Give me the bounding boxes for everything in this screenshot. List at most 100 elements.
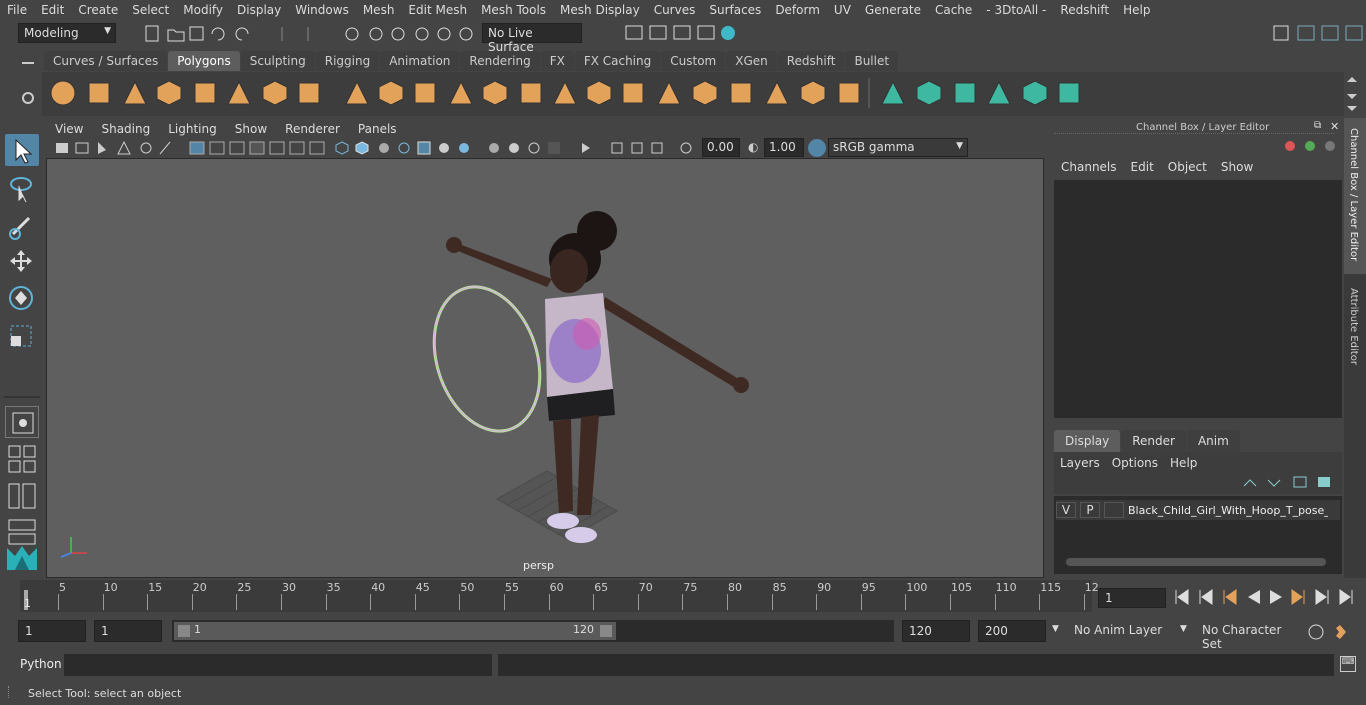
shelf-tab-fx-caching[interactable]: FX Caching <box>574 51 661 71</box>
color-management-icon[interactable] <box>808 139 826 157</box>
script-editor-icon[interactable]: ⌨ <box>1340 656 1356 672</box>
viewport-menu-show[interactable]: Show <box>226 122 276 136</box>
timeline-track[interactable]: 1 5 10 15 20 25 30 35 40 45 50 55 60 65 70 75 80 85 90 95 1… <box>20 580 1099 612</box>
layer-menu-layers[interactable]: Layers <box>1054 456 1106 470</box>
script-language-button[interactable]: Python <box>20 657 62 671</box>
target-weld-icon[interactable] <box>878 78 908 108</box>
playback-end-field[interactable]: 120 <box>902 620 970 642</box>
layout-outliner-button[interactable] <box>5 480 39 512</box>
crease-icon[interactable] <box>1054 78 1084 108</box>
mesh-booleans-icon[interactable] <box>446 78 476 108</box>
menu-redshift[interactable]: Redshift <box>1053 3 1116 17</box>
sphere-icon[interactable] <box>48 78 78 108</box>
shelf-tab-rendering[interactable]: Rendering <box>460 51 540 71</box>
offset-edge-loop-icon[interactable] <box>798 78 828 108</box>
menu-cache[interactable]: Cache <box>928 3 979 17</box>
shelf-tab-animation[interactable]: Animation <box>380 51 460 71</box>
playback-start-field[interactable]: 1 <box>94 620 162 642</box>
shelf-settings-icon[interactable] <box>22 92 34 104</box>
layout-four-button[interactable] <box>5 442 39 474</box>
automatic-uv-icon[interactable] <box>950 78 980 108</box>
channel-menu-object[interactable]: Object <box>1161 158 1214 178</box>
layer-tab-anim[interactable]: Anim <box>1186 430 1240 452</box>
shelf-scroll[interactable] <box>1344 74 1360 114</box>
extrude-icon[interactable] <box>654 78 684 108</box>
layer-row[interactable]: V P Black_Child_Girl_With_Hoop_T_pose_ <box>1056 500 1340 520</box>
chevron-down-icon[interactable]: ▼ <box>1052 624 1059 634</box>
close-icon[interactable]: ✕ <box>1330 120 1339 133</box>
shelf-tab-polygons[interactable]: Polygons <box>168 51 240 71</box>
planar-uv-icon[interactable] <box>914 78 944 108</box>
range-slider-handle[interactable]: 1 120 <box>174 622 616 640</box>
smooth-icon[interactable] <box>480 78 510 108</box>
tab-channel-box[interactable]: Channel Box / Layer Editor <box>1344 118 1366 274</box>
current-frame-field[interactable]: 1 <box>1098 588 1166 608</box>
extract-icon[interactable] <box>410 78 440 108</box>
end-time-field[interactable]: 200 <box>978 620 1046 642</box>
menu-deform[interactable]: Deform <box>768 3 827 17</box>
range-end-grip[interactable] <box>600 625 612 637</box>
shelf-tab-rigging[interactable]: Rigging <box>315 51 380 71</box>
range-start-grip[interactable] <box>178 625 190 637</box>
insert-edge-loop-icon[interactable] <box>762 78 792 108</box>
pipe-icon[interactable] <box>294 78 324 108</box>
shelf-tab-fx[interactable]: FX <box>540 51 574 71</box>
multi-cut-icon[interactable] <box>834 78 864 108</box>
menu-create[interactable]: Create <box>71 3 125 17</box>
channel-list[interactable] <box>1054 180 1342 418</box>
menu-file[interactable]: File <box>0 3 34 17</box>
exposure-field[interactable]: 0.00 <box>702 138 740 157</box>
shelf-tab-redshift[interactable]: Redshift <box>777 51 845 71</box>
layer-scrollbar[interactable] <box>1066 558 1326 566</box>
menu-3dtoall[interactable]: - 3DtoAll - <box>979 3 1053 17</box>
color-space-dropdown[interactable]: sRGB gamma ▼ <box>828 138 968 157</box>
menu-mesh-display[interactable]: Mesh Display <box>553 3 647 17</box>
gamma-field[interactable]: 1.00 <box>764 138 804 157</box>
menu-windows[interactable]: Windows <box>288 3 356 17</box>
layer-menu-help[interactable]: Help <box>1164 456 1203 470</box>
viewport-menu-renderer[interactable]: Renderer <box>276 122 349 136</box>
layer-tab-render[interactable]: Render <box>1121 430 1186 452</box>
menu-edit[interactable]: Edit <box>34 3 71 17</box>
paint-select-tool-button[interactable] <box>5 210 39 242</box>
perspective-viewport[interactable]: persp <box>46 158 1044 578</box>
select-tool-button[interactable] <box>5 134 39 166</box>
shelf-menu-icon[interactable] <box>22 62 34 64</box>
scale-tool-button[interactable] <box>5 320 39 352</box>
combine-icon[interactable] <box>342 78 372 108</box>
anim-prefs-buttons[interactable] <box>1306 621 1360 643</box>
time-slider[interactable]: 1 5 10 15 20 25 30 35 40 45 50 55 60 65 70 75 80 85 90 95 1… <box>0 580 1366 614</box>
tab-attribute-editor[interactable]: Attribute Editor <box>1344 280 1366 376</box>
menu-edit-mesh[interactable]: Edit Mesh <box>401 3 474 17</box>
mode-selector[interactable]: Modeling ▼ <box>18 23 116 43</box>
layer-buttons[interactable] <box>1240 474 1336 490</box>
append-icon[interactable] <box>726 78 756 108</box>
lasso-tool-button[interactable] <box>5 172 39 204</box>
layout-single-button[interactable] <box>5 406 39 438</box>
start-time-field[interactable]: 1 <box>18 620 86 642</box>
character-set-dropdown[interactable]: No Character Set <box>1196 620 1300 651</box>
viewport-menu-shading[interactable]: Shading <box>92 122 159 136</box>
layer-visibility-toggle[interactable]: V <box>1056 502 1076 518</box>
viewport-toolbar-icons[interactable] <box>54 140 694 156</box>
command-input[interactable] <box>64 654 492 676</box>
bridge-icon[interactable] <box>618 78 648 108</box>
menu-curves[interactable]: Curves <box>647 3 703 17</box>
shelf-tab-sculpting[interactable]: Sculpting <box>240 51 315 71</box>
menu-uv[interactable]: UV <box>827 3 858 17</box>
playback-controls[interactable] <box>1172 586 1362 608</box>
prism-icon[interactable] <box>260 78 290 108</box>
layer-color-swatch[interactable] <box>1104 502 1124 518</box>
shelf-tab-curves-surfaces[interactable]: Curves / Surfaces <box>44 51 168 71</box>
channel-menu-edit[interactable]: Edit <box>1124 158 1161 178</box>
cleanup-icon[interactable] <box>584 78 614 108</box>
channel-menu-show[interactable]: Show <box>1214 158 1260 178</box>
separate-icon[interactable] <box>376 78 406 108</box>
viewport-menu-view[interactable]: View <box>46 122 92 136</box>
viewport-menu-lighting[interactable]: Lighting <box>159 122 226 136</box>
float-panel-icon[interactable]: ⧉ <box>1314 120 1321 131</box>
viewport-menu-panels[interactable]: Panels <box>349 122 406 136</box>
menu-help[interactable]: Help <box>1116 3 1157 17</box>
layer-menu-options[interactable]: Options <box>1106 456 1164 470</box>
move-tool-button[interactable] <box>5 246 39 278</box>
